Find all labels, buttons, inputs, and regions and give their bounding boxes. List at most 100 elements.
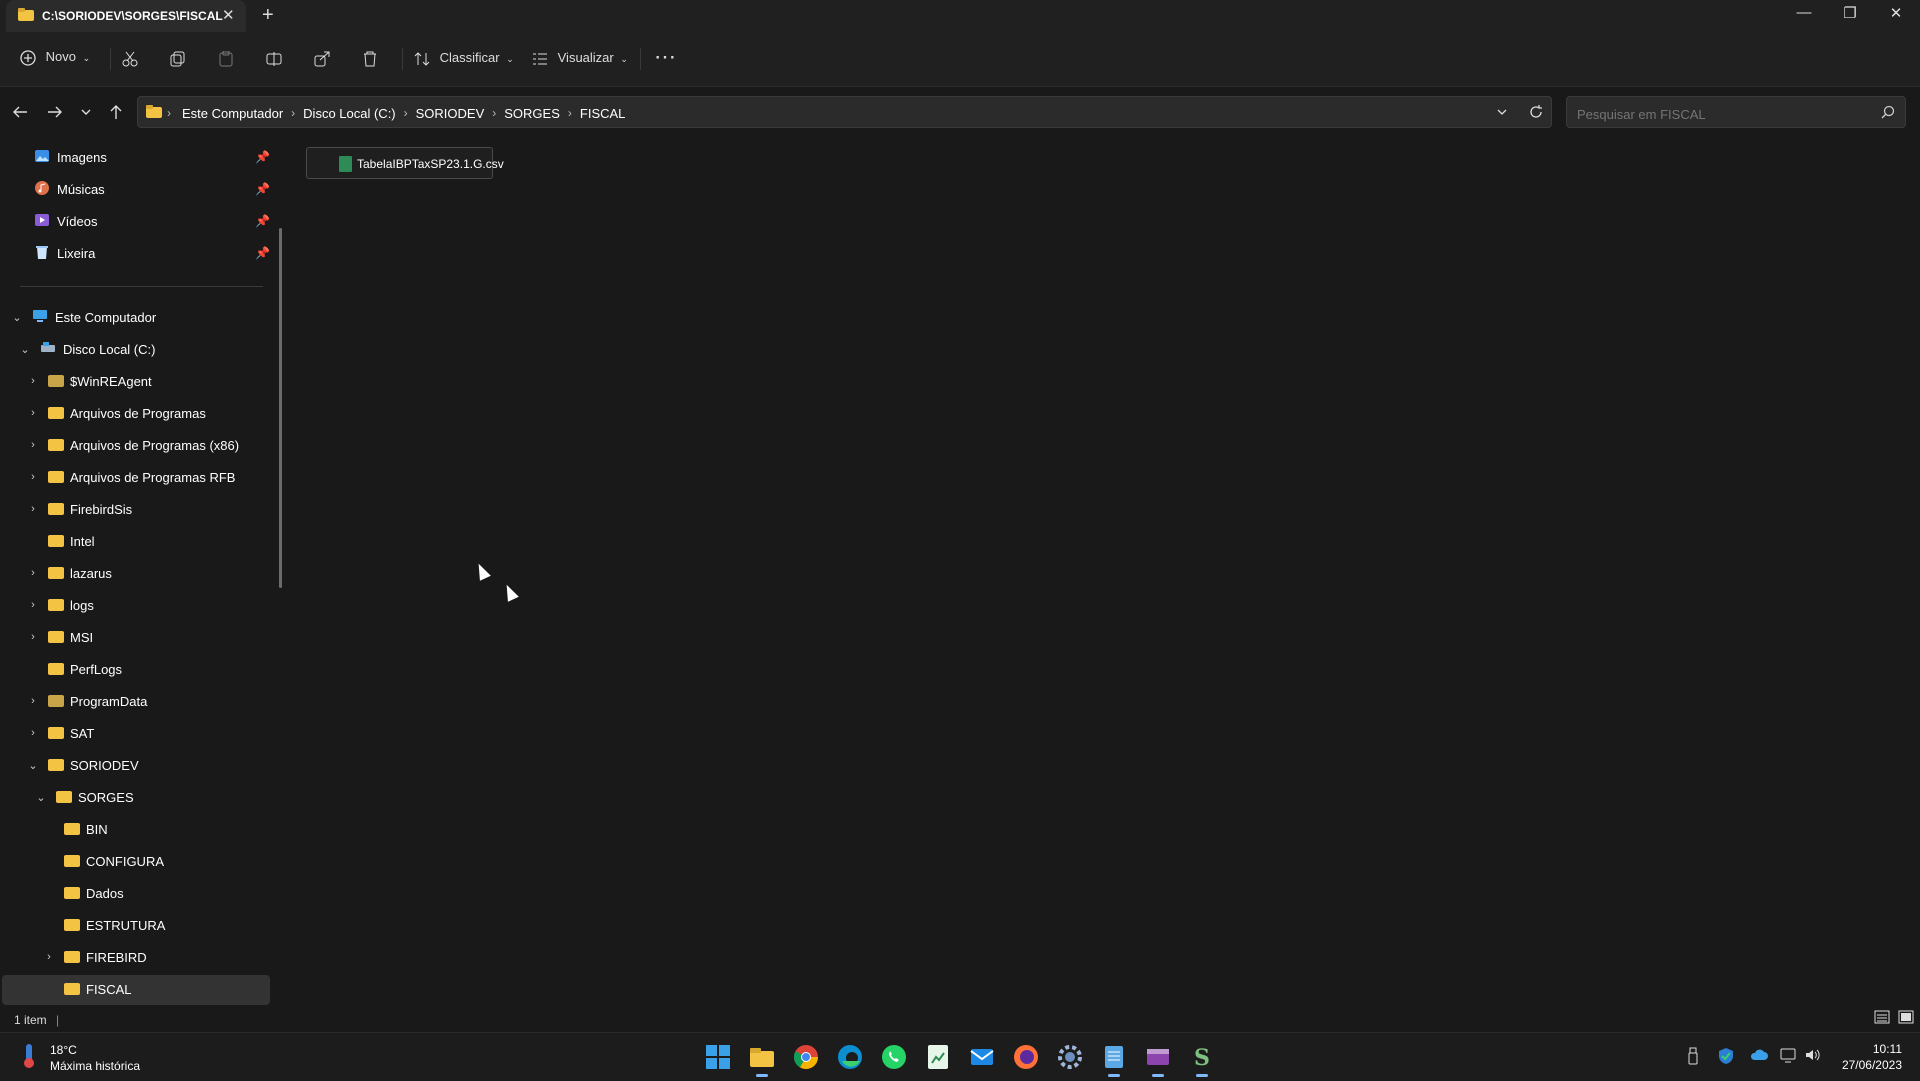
chevron-right-icon[interactable]: › [26, 567, 40, 579]
edge-taskbar-icon[interactable] [836, 1043, 864, 1071]
chevron-right-icon[interactable]: › [26, 471, 40, 483]
sidebar-folder-winreagent[interactable]: › $WinREAgent [26, 366, 152, 396]
cut-icon[interactable] [122, 50, 138, 67]
close-window-button[interactable]: ✕ [1876, 4, 1916, 22]
details-view-icon[interactable] [1874, 1010, 1890, 1027]
new-tab-button[interactable]: + [262, 4, 274, 27]
chevron-right-icon[interactable]: › [26, 599, 40, 611]
usb-device-icon[interactable] [1686, 1047, 1700, 1068]
minimize-button[interactable]: — [1784, 4, 1824, 21]
settings-taskbar-icon[interactable] [1056, 1043, 1084, 1071]
sidebar-item-music[interactable]: Músicas [34, 174, 105, 204]
sidebar-folder-arquivos-de-programas[interactable]: › Arquivos de Programas [26, 398, 206, 428]
chevron-right-icon[interactable]: › [26, 439, 40, 451]
chevron-down-icon[interactable]: ⌄ [18, 343, 32, 356]
search-input[interactable] [1575, 103, 1869, 125]
sidebar-folder-programdata[interactable]: › ProgramData [26, 686, 147, 716]
tab-fiscal[interactable]: C:\SORIODEV\SORGES\FISCAL ✕ [6, 0, 246, 32]
paste-icon[interactable] [218, 50, 234, 67]
breadcrumb-sorges[interactable]: SORGES [504, 106, 560, 121]
sidebar-folder-dados[interactable]: Dados [50, 878, 124, 908]
network-icon[interactable] [1780, 1047, 1798, 1066]
more-options-icon[interactable]: ⋯ [654, 44, 676, 70]
sidebar-item-recycle-bin[interactable]: Lixeira [34, 238, 95, 268]
sidebar-folder-intel[interactable]: Intel [26, 526, 95, 556]
sorges-app-taskbar-icon[interactable]: S [1188, 1043, 1216, 1077]
new-button[interactable]: Novo ⌄ [20, 49, 90, 66]
chevron-down-icon[interactable]: ⌄ [26, 759, 40, 772]
whatsapp-taskbar-icon[interactable] [880, 1043, 908, 1071]
search-icon[interactable] [1881, 105, 1895, 122]
maximize-button[interactable]: ❐ [1830, 4, 1870, 22]
sidebar-folder-soriodev[interactable]: ⌄ SORIODEV [26, 750, 138, 780]
chevron-right-icon[interactable]: › [26, 631, 40, 643]
close-tab-icon[interactable]: ✕ [222, 6, 235, 24]
chevron-down-icon[interactable]: ⌄ [10, 311, 24, 324]
chevron-down-icon[interactable]: ⌄ [34, 791, 48, 804]
sidebar-folder-firebird[interactable]: › FIREBIRD [42, 942, 147, 972]
sort-button[interactable]: Classificar ⌄ [414, 50, 514, 67]
pin-icon[interactable]: 📌 [255, 150, 270, 164]
copy-icon[interactable] [170, 50, 186, 67]
thermometer-icon [18, 1044, 40, 1072]
sidebar-folder-sorges[interactable]: ⌄ SORGES [34, 782, 133, 812]
notepad-taskbar-icon[interactable] [1100, 1043, 1128, 1077]
share-icon[interactable] [314, 50, 330, 67]
delete-icon[interactable] [362, 50, 378, 67]
up-arrow-icon[interactable] [108, 104, 124, 123]
pin-icon[interactable]: 📌 [255, 182, 270, 196]
chevron-right-icon[interactable]: › [42, 951, 56, 963]
sidebar-item-local-disk[interactable]: ⌄ Disco Local (C:) [18, 334, 155, 364]
back-arrow-icon[interactable] [12, 104, 28, 123]
sidebar-item-this-pc[interactable]: ⌄ Este Computador [10, 302, 156, 332]
mail-app-taskbar-icon[interactable] [968, 1043, 996, 1071]
sidebar-folder-configura[interactable]: CONFIGURA [50, 846, 164, 876]
forward-arrow-icon[interactable] [47, 104, 63, 123]
sidebar-folder-fiscal[interactable]: FISCAL [50, 974, 132, 1004]
video-editor-taskbar-icon[interactable] [1144, 1043, 1172, 1077]
view-button[interactable]: Visualizar ⌄ [532, 50, 628, 67]
sidebar-folder-lazarus[interactable]: › lazarus [26, 558, 112, 588]
sidebar-folder-msi[interactable]: › MSI [26, 622, 93, 652]
firefox-taskbar-icon[interactable] [1012, 1043, 1040, 1071]
spreadsheet-app-taskbar-icon[interactable] [924, 1043, 952, 1071]
cloud-sync-icon[interactable] [1750, 1047, 1768, 1066]
system-clock[interactable]: 10:11 27/06/2023 [1820, 1041, 1902, 1073]
breadcrumb-computer[interactable]: Este Computador [182, 106, 283, 121]
address-history-chevron-icon[interactable] [1496, 105, 1508, 122]
refresh-icon[interactable] [1528, 104, 1544, 123]
pin-icon[interactable]: 📌 [255, 246, 270, 260]
breadcrumb-soriodev[interactable]: SORIODEV [416, 106, 485, 121]
recent-locations-chevron-icon[interactable] [80, 104, 92, 123]
chrome-taskbar-icon[interactable] [792, 1043, 820, 1071]
weather-widget[interactable]: 18°C Máxima histórica [18, 1043, 140, 1073]
chevron-right-icon[interactable]: › [26, 727, 40, 739]
sidebar-folder-logs[interactable]: › logs [26, 590, 94, 620]
sidebar-folder-estrutura[interactable]: ESTRUTURA [50, 910, 165, 940]
chevron-right-icon[interactable]: › [26, 375, 40, 387]
sidebar-item-videos[interactable]: Vídeos [34, 206, 97, 236]
large-icons-view-icon[interactable] [1898, 1010, 1914, 1027]
sidebar-folder-arquivos-de-programas-rfb[interactable]: › Arquivos de Programas RFB [26, 462, 235, 492]
sidebar-folder-sat[interactable]: › SAT [26, 718, 94, 748]
pin-icon[interactable]: 📌 [255, 214, 270, 228]
search-box[interactable] [1566, 96, 1906, 128]
file-item-csv[interactable]: TabelaIBPTaxSP23.1.G.csv [306, 147, 504, 179]
sidebar-scrollbar[interactable] [279, 228, 282, 588]
sidebar-item-images[interactable]: Imagens [34, 142, 107, 172]
sidebar-folder-perflogs[interactable]: PerfLogs [26, 654, 122, 684]
chevron-right-icon[interactable]: › [26, 503, 40, 515]
clock-date: 27/06/2023 [1841, 1058, 1902, 1072]
sidebar-folder-bin[interactable]: BIN [50, 814, 108, 844]
address-bar[interactable]: › Este Computador › Disco Local (C:) › S… [137, 96, 1552, 128]
rename-icon[interactable] [266, 50, 282, 67]
file-explorer-taskbar-icon[interactable] [748, 1043, 776, 1077]
security-shield-icon[interactable] [1718, 1047, 1734, 1068]
breadcrumb-fiscal[interactable]: FISCAL [580, 106, 626, 121]
sidebar-folder-arquivos-de-programas-x86[interactable]: › Arquivos de Programas (x86) [26, 430, 239, 460]
chevron-right-icon[interactable]: › [26, 695, 40, 707]
sidebar-folder-firebirdsis[interactable]: › FirebirdSis [26, 494, 132, 524]
breadcrumb-disk[interactable]: Disco Local (C:) [303, 106, 395, 121]
chevron-right-icon[interactable]: › [26, 407, 40, 419]
start-button[interactable] [704, 1043, 732, 1071]
